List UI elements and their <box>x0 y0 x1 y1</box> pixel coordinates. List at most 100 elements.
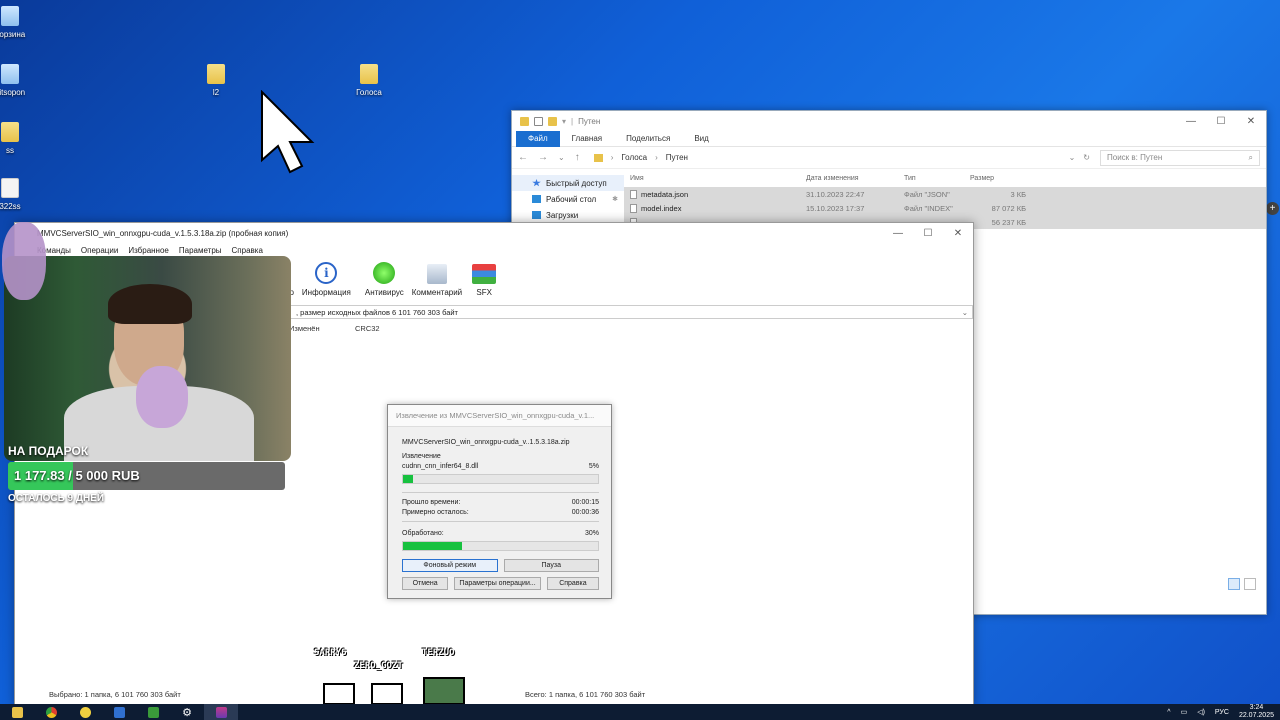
maximize-button[interactable]: ☐ <box>1206 111 1236 131</box>
network-icon[interactable]: ▭ <box>1181 708 1188 716</box>
large-icons-view-icon[interactable] <box>1244 578 1256 590</box>
pause-button[interactable]: Пауза <box>503 559 599 572</box>
desktop-file-icon[interactable]: bitsopon <box>0 64 34 97</box>
column-crc32[interactable]: CRC32 <box>355 324 380 333</box>
file-type: Файл "INDEX" <box>904 203 953 213</box>
navigation-pane: Быстрый доступ Рабочий стол ✱ Загрузки <box>512 169 624 229</box>
status-bar: Выбрано: 1 папка, 6 101 760 303 байт Все… <box>35 690 973 702</box>
info-icon: i <box>315 262 338 284</box>
archive-info: , размер исходных файлов 6 101 760 303 б… <box>296 307 458 317</box>
close-button[interactable]: ✕ <box>943 223 973 243</box>
app-taskbar-button[interactable] <box>102 704 136 720</box>
speaker-icon[interactable]: ◁) <box>1197 708 1205 716</box>
app-taskbar-button[interactable] <box>68 704 102 720</box>
archive-name: MMVCServerSIO_win_onnxgpu-cuda_v..1.5.3.… <box>402 437 599 447</box>
chrome-taskbar-button[interactable] <box>34 704 68 720</box>
settings-taskbar-button[interactable]: ⚙ <box>170 704 204 720</box>
column-modified[interactable]: Изменён <box>289 324 355 333</box>
column-size[interactable]: Размер <box>970 175 1026 182</box>
sidebar-item-downloads[interactable]: Загрузки <box>512 207 624 223</box>
cancel-button[interactable]: Отмена <box>402 577 449 590</box>
separator: | <box>571 116 574 126</box>
properties-icon[interactable] <box>534 116 543 126</box>
details-view-icon[interactable] <box>1228 578 1240 590</box>
sidebar-item-label: Загрузки <box>546 210 579 220</box>
window-title: Путен <box>578 116 601 126</box>
chart-icon <box>113 706 125 718</box>
elapsed-value: 00:00:15 <box>571 498 599 506</box>
refresh-icon[interactable]: ↻ <box>1083 153 1090 162</box>
file-percent: 5% <box>588 462 599 470</box>
back-icon[interactable]: ← <box>518 152 528 163</box>
operation-options-button[interactable]: Параметры операции... <box>454 577 541 590</box>
remaining-label: Примерно осталось: <box>402 508 469 516</box>
toolbar-label: Информация <box>301 288 351 297</box>
search-input[interactable]: Поиск в: Путен ⌕ <box>1100 149 1260 166</box>
pin-icon: ✱ <box>612 196 618 203</box>
chevron-down-icon[interactable]: ▾ <box>562 117 566 126</box>
file-list: Имя Дата изменения Тип Размер metadata.j… <box>624 169 1266 229</box>
winrar-taskbar-button[interactable] <box>204 704 238 720</box>
minecraft-taskbar-button[interactable] <box>136 704 170 720</box>
chevron-down-icon[interactable]: ⌄ <box>1069 153 1076 162</box>
plus-icon[interactable]: + <box>1266 202 1279 215</box>
close-button[interactable]: ✕ <box>1236 111 1266 131</box>
tab-home[interactable]: Главная <box>560 131 614 147</box>
minimize-button[interactable]: — <box>1176 111 1206 131</box>
gear-icon: ⚙ <box>182 706 192 719</box>
column-name[interactable]: Имя <box>630 175 806 182</box>
up-icon[interactable]: ↑ <box>575 152 580 163</box>
chevron-down-icon[interactable]: ⌄ <box>962 308 968 317</box>
help-button[interactable]: Справка <box>546 577 599 590</box>
total-progress-bar <box>402 541 599 551</box>
plush-toy <box>136 366 188 428</box>
file-row[interactable]: metadata.json 31.10.2023 22:47 Файл "JSO… <box>624 187 1266 201</box>
minimize-button[interactable]: — <box>883 223 913 243</box>
background-button[interactable]: Фоновый режим <box>402 559 498 572</box>
desktop-file-icon[interactable]: 322ss <box>0 178 34 211</box>
sidebar-item-quick-access[interactable]: Быстрый доступ <box>512 175 624 191</box>
desktop-folder-icon[interactable]: Голоса <box>345 64 393 97</box>
pixel-name: SARRY6 <box>314 648 347 658</box>
tab-view[interactable]: Вид <box>682 131 720 147</box>
star-icon <box>532 179 541 187</box>
menu-operations[interactable]: Операции <box>81 246 118 255</box>
pixel-name: ZERO_GOZT <box>354 661 403 671</box>
info-button[interactable]: i Информация <box>302 262 351 297</box>
search-icon: ⌕ <box>1248 152 1253 162</box>
breadcrumb-item[interactable]: Голоса <box>621 153 647 162</box>
maximize-button[interactable]: ☐ <box>913 223 943 243</box>
webcam-overlay <box>4 256 291 461</box>
folder-glyph <box>1 122 19 142</box>
tab-file[interactable]: Файл <box>516 130 560 147</box>
clock[interactable]: 3:24 22.07.2025 <box>1239 704 1274 720</box>
menu-help[interactable]: Справка <box>232 246 263 255</box>
menu-favorites[interactable]: Избранное <box>128 246 169 255</box>
tab-share[interactable]: Поделиться <box>614 131 682 147</box>
total-progress-fill <box>403 542 462 550</box>
column-date[interactable]: Дата изменения <box>806 175 904 182</box>
comment-button[interactable]: Комментарий <box>412 264 462 297</box>
explorer-taskbar-button[interactable] <box>0 704 34 720</box>
chevron-up-icon[interactable]: ^ <box>1167 709 1170 716</box>
sidebar-item-desktop[interactable]: Рабочий стол ✱ <box>512 191 624 207</box>
sun-icon <box>79 706 91 718</box>
antivirus-button[interactable]: Антивирус <box>365 262 404 297</box>
menu-options[interactable]: Параметры <box>179 246 222 255</box>
address-bar[interactable]: › Голоса › Путен ⌄ ↻ <box>590 150 1090 166</box>
sfx-button[interactable]: SFX <box>472 264 497 297</box>
new-folder-icon[interactable] <box>548 116 557 126</box>
file-row[interactable]: model.index 15.10.2023 17:37 Файл "INDEX… <box>624 201 1266 215</box>
desktop-folder-icon[interactable]: ss <box>0 122 34 155</box>
plush-sticker <box>2 222 46 300</box>
chevron-down-icon[interactable]: ⌄ <box>558 153 565 162</box>
current-file: cudnn_cnn_infer64_8.dll <box>402 462 479 470</box>
forward-icon[interactable]: → <box>538 152 548 163</box>
toolbar-label: Антивирус <box>364 288 404 297</box>
recycle-bin-icon[interactable]: Корзина <box>0 6 34 39</box>
desktop-folder-icon[interactable]: l2 <box>192 64 240 97</box>
window-title: MMVCServerSIO_win_onnxgpu-cuda_v.1.5.3.1… <box>37 228 289 238</box>
language-indicator[interactable]: РУС <box>1215 709 1229 716</box>
breadcrumb-item[interactable]: Путен <box>666 153 688 162</box>
column-type[interactable]: Тип <box>904 175 970 182</box>
